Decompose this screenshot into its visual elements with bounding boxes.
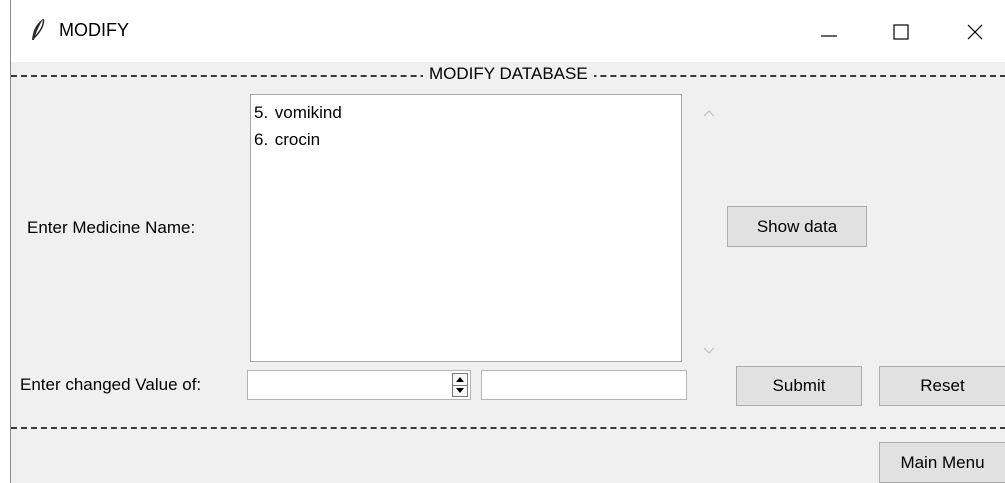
list-item-name: crocin <box>274 130 321 149</box>
section-divider-bottom <box>11 427 1005 429</box>
scroll-down-icon[interactable] <box>703 342 715 360</box>
close-icon <box>967 24 983 40</box>
scroll-up-icon[interactable] <box>703 104 715 122</box>
list-item-number: 6. <box>254 130 269 149</box>
changed-value-label: Enter changed Value of: <box>20 375 202 394</box>
title-bar: MODIFY <box>11 0 1005 62</box>
spin-down-icon[interactable] <box>453 385 467 396</box>
list-item-number: 5. <box>254 103 269 122</box>
maximize-button[interactable] <box>873 10 929 54</box>
reset-button[interactable]: Reset <box>879 366 1005 406</box>
new-value-input[interactable] <box>482 371 686 399</box>
maximize-icon <box>893 24 909 40</box>
spinbox-arrows[interactable] <box>452 373 468 397</box>
list-item-name: vomikind <box>274 103 342 122</box>
section-title: MODIFY DATABASE <box>423 64 594 84</box>
minimize-button[interactable] <box>801 10 857 54</box>
main-menu-button[interactable]: Main Menu <box>879 442 1005 483</box>
feather-icon <box>28 18 48 42</box>
list-item[interactable]: 6. crocin <box>251 126 681 153</box>
minimize-icon <box>821 35 837 37</box>
window-title: MODIFY <box>59 20 129 40</box>
medicine-listbox[interactable]: 5. vomikind 6. crocin <box>250 94 682 362</box>
medicine-name-label: Enter Medicine Name: <box>27 218 196 237</box>
show-data-button[interactable]: Show data <box>727 206 867 247</box>
new-value-entry[interactable] <box>481 370 687 400</box>
modify-window: MODIFY MODIFY DATABASE Enter Medicine Na… <box>10 0 1005 483</box>
spinbox-input[interactable] <box>250 373 440 397</box>
listbox-scrollbar[interactable] <box>697 94 721 362</box>
field-spinbox[interactable] <box>247 370 471 400</box>
submit-button[interactable]: Submit <box>736 366 862 406</box>
close-button[interactable] <box>947 10 1003 54</box>
list-item[interactable]: 5. vomikind <box>251 99 681 126</box>
